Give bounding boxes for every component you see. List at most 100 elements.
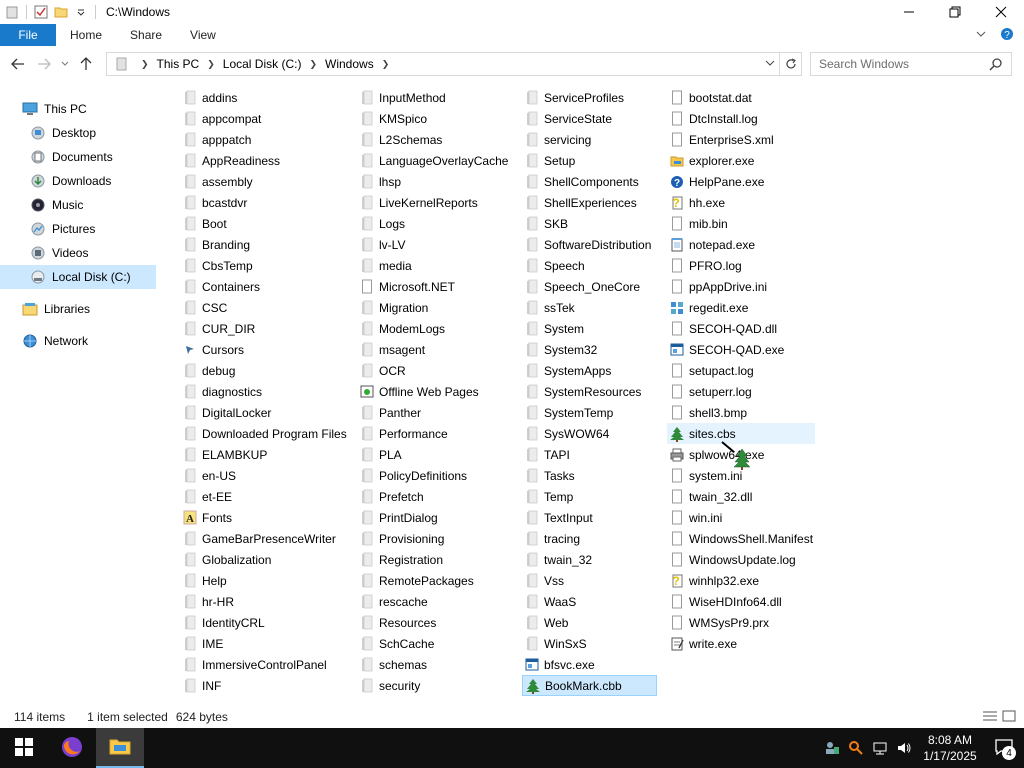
file-item-tapi[interactable]: TAPI [522, 444, 570, 465]
file-item-fonts[interactable]: A Fonts [180, 507, 232, 528]
file-item-vss[interactable]: Vss [522, 570, 564, 591]
file-item-logs[interactable]: Logs [357, 213, 405, 234]
file-item-policydefinitions[interactable]: PolicyDefinitions [357, 465, 467, 486]
nav-item-pictures[interactable]: Pictures [30, 217, 152, 241]
file-item-pla[interactable]: PLA [357, 444, 402, 465]
nav-item-libraries[interactable]: Libraries [22, 297, 152, 321]
file-item-inputmethod[interactable]: InputMethod [357, 87, 446, 108]
file-item-ocr[interactable]: OCR [357, 360, 406, 381]
taskbar-firefox[interactable] [48, 728, 96, 768]
file-item-serviceprofiles[interactable]: ServiceProfiles [522, 87, 624, 108]
file-item-languageoverlaycache[interactable]: LanguageOverlayCache [357, 150, 508, 171]
file-item-system-ini[interactable]: system.ini [667, 465, 742, 486]
file-item-boot[interactable]: Boot [180, 213, 227, 234]
up-button[interactable] [74, 52, 98, 76]
file-item-provisioning[interactable]: Provisioning [357, 528, 444, 549]
back-button[interactable] [6, 52, 30, 76]
file-item-inf[interactable]: INF [180, 675, 221, 696]
file-item-apppatch[interactable]: apppatch [180, 129, 251, 150]
file-item-appcompat[interactable]: appcompat [180, 108, 261, 129]
breadcrumb-this-pc[interactable]: This PC [157, 57, 200, 71]
file-item-shell3-bmp[interactable]: shell3.bmp [667, 402, 747, 423]
details-view-icon[interactable] [982, 710, 998, 725]
nav-item-local-disk[interactable]: Local Disk (C:) [0, 265, 156, 289]
file-item-sites-cbs[interactable]: sites.cbs [667, 423, 815, 444]
start-button[interactable] [0, 728, 48, 768]
file-item-bfsvc-exe[interactable]: bfsvc.exe [522, 654, 595, 675]
file-item-gamebarpresencewriter[interactable]: GameBarPresenceWriter [180, 528, 336, 549]
file-item-addins[interactable]: addins [180, 87, 237, 108]
file-item-system32[interactable]: System32 [522, 339, 597, 360]
file-item-regedit-exe[interactable]: regedit.exe [667, 297, 748, 318]
file-item-globalization[interactable]: Globalization [180, 549, 271, 570]
file-item-notepad-exe[interactable]: notepad.exe [667, 234, 755, 255]
file-item-system[interactable]: System [522, 318, 584, 339]
file-item-csc[interactable]: CSC [180, 297, 227, 318]
nav-item-downloads[interactable]: Downloads [30, 169, 152, 193]
search-input[interactable]: Search Windows [810, 52, 1012, 76]
address-bar[interactable]: ❯ This PC ❯ Local Disk (C:) ❯ Windows ❯ [106, 52, 780, 76]
file-item-explorer-exe[interactable]: explorer.exe [667, 150, 754, 171]
taskbar-file-explorer[interactable] [96, 728, 144, 768]
file-item-temp[interactable]: Temp [522, 486, 573, 507]
file-item-help[interactable]: Help [180, 570, 227, 591]
file-item-bootstat-dat[interactable]: bootstat.dat [667, 87, 752, 108]
help-icon[interactable]: ? [1000, 27, 1014, 44]
file-item-containers[interactable]: Containers [180, 276, 260, 297]
file-item-printdialog[interactable]: PrintDialog [357, 507, 438, 528]
chevron-down-icon[interactable] [765, 58, 775, 70]
tab-share[interactable]: Share [116, 24, 176, 46]
file-item-winsxs[interactable]: WinSxS [522, 633, 587, 654]
file-item-et-ee[interactable]: et-EE [180, 486, 232, 507]
file-item-waas[interactable]: WaaS [522, 591, 576, 612]
file-item-debug[interactable]: debug [180, 360, 235, 381]
tab-home[interactable]: Home [56, 24, 116, 46]
new-folder-icon[interactable] [53, 4, 69, 20]
file-item-shellexperiences[interactable]: ShellExperiences [522, 192, 637, 213]
file-item-secoh-qad-exe[interactable]: SECOH-QAD.exe [667, 339, 784, 360]
file-item-security[interactable]: security [357, 675, 420, 696]
file-item-textinput[interactable]: TextInput [522, 507, 593, 528]
file-item-ppappdrive-ini[interactable]: ppAppDrive.ini [667, 276, 767, 297]
file-item-win-ini[interactable]: win.ini [667, 507, 722, 528]
file-item-modemlogs[interactable]: ModemLogs [357, 318, 445, 339]
file-item-write-exe[interactable]: write.exe [667, 633, 737, 654]
file-item-softwaredistribution[interactable]: SoftwareDistribution [522, 234, 651, 255]
chevron-right-icon[interactable]: ❯ [382, 59, 390, 70]
breadcrumb-windows[interactable]: Windows [325, 57, 374, 71]
file-item-secoh-qad-dll[interactable]: SECOH-QAD.dll [667, 318, 777, 339]
file-item-downloaded-program-files[interactable]: Downloaded Program Files [180, 423, 347, 444]
file-item-immersivecontrolpanel[interactable]: ImmersiveControlPanel [180, 654, 327, 675]
file-item-schemas[interactable]: schemas [357, 654, 427, 675]
file-item-en-us[interactable]: en-US [180, 465, 236, 486]
file-item-kmspico[interactable]: KMSpico [357, 108, 427, 129]
file-item-systemtemp[interactable]: SystemTemp [522, 402, 613, 423]
large-icons-view-icon[interactable] [1002, 710, 1016, 725]
forward-button[interactable] [32, 52, 56, 76]
file-item-systemresources[interactable]: SystemResources [522, 381, 641, 402]
file-item-sstek[interactable]: ssTek [522, 297, 575, 318]
file-item-cursors[interactable]: Cursors [180, 339, 244, 360]
file-item-speech[interactable]: Speech [522, 255, 585, 276]
file-item-diagnostics[interactable]: diagnostics [180, 381, 262, 402]
file-item-lhsp[interactable]: lhsp [357, 171, 401, 192]
file-item-lv-lv[interactable]: lv-LV [357, 234, 405, 255]
file-item-servicestate[interactable]: ServiceState [522, 108, 612, 129]
file-item-setup[interactable]: Setup [522, 150, 575, 171]
chevron-right-icon[interactable]: ❯ [207, 59, 215, 70]
file-item-twain-32-dll[interactable]: twain_32.dll [667, 486, 752, 507]
chevron-right-icon[interactable]: ❯ [141, 59, 149, 70]
file-item-l2schemas[interactable]: L2Schemas [357, 129, 442, 150]
chevron-right-icon[interactable]: ❯ [309, 59, 317, 70]
file-item-bcastdvr[interactable]: bcastdvr [180, 192, 247, 213]
file-item-helppane-exe[interactable]: ? HelpPane.exe [667, 171, 764, 192]
file-item-cur-dir[interactable]: CUR_DIR [180, 318, 255, 339]
file-item-panther[interactable]: Panther [357, 402, 421, 423]
file-item-web[interactable]: Web [522, 612, 568, 633]
file-item-hh-exe[interactable]: ? hh.exe [667, 192, 725, 213]
nav-item-network[interactable]: Network [22, 329, 152, 353]
file-item-ime[interactable]: IME [180, 633, 223, 654]
file-item-migration[interactable]: Migration [357, 297, 428, 318]
file-item-msagent[interactable]: msagent [357, 339, 425, 360]
network-tray-icon[interactable] [868, 728, 892, 768]
